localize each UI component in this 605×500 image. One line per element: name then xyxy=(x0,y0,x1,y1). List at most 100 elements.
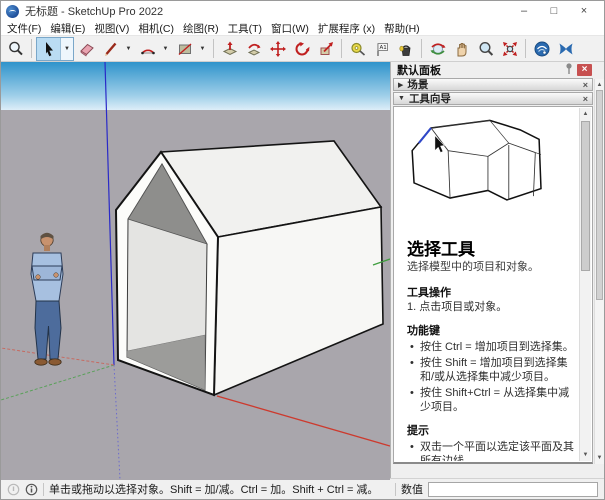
move-button[interactable] xyxy=(266,38,289,60)
pan-hand-icon xyxy=(453,40,471,58)
push-pull-icon xyxy=(221,40,239,58)
rectangle-tool-group: ▼ xyxy=(173,38,209,60)
paint-bucket-button[interactable] xyxy=(394,38,417,60)
toolbar-separator xyxy=(31,39,32,58)
follow-me-button[interactable] xyxy=(242,38,265,60)
zoom-icon xyxy=(477,40,495,58)
zoom-extents-icon xyxy=(501,40,519,58)
zoom-button[interactable] xyxy=(474,38,497,60)
minimize-button[interactable]: – xyxy=(509,2,539,20)
toolbar: ▼ ▼ ▼ ▼ xyxy=(1,35,604,62)
model-scene xyxy=(1,62,390,480)
rectangle-tool-button[interactable] xyxy=(173,38,196,60)
scrollbar-thumb[interactable] xyxy=(596,90,603,300)
rectangle-dropdown-button[interactable]: ▼ xyxy=(196,38,209,60)
toolbar-separator xyxy=(421,39,422,58)
menu-tools[interactable]: 工具(T) xyxy=(228,21,262,36)
menu-file[interactable]: 文件(F) xyxy=(7,21,41,36)
status-separator xyxy=(395,483,396,496)
menu-help[interactable]: 帮助(H) xyxy=(384,21,420,36)
status-message: 单击或拖动以选择对象。Shift = 加/减。Ctrl = 加。Shift + … xyxy=(49,481,390,497)
window-title: 无标题 - SketchUp Pro 2022 xyxy=(25,3,163,19)
instructor-tips-heading: 提示 xyxy=(407,424,575,438)
panel-title: 默认面板 xyxy=(397,62,441,78)
instructor-tip-item: 双击一个平面以选定该平面及其所有边线。 xyxy=(407,440,575,461)
rectangle-icon xyxy=(176,40,194,58)
panel-scrollbar[interactable]: ▲ ▼ xyxy=(594,79,604,464)
text-button[interactable]: A1 xyxy=(370,38,393,60)
instructor-operation-item: 1. 点击项目或对象。 xyxy=(407,300,575,314)
tape-measure-button[interactable] xyxy=(346,38,369,60)
select-tool-button[interactable] xyxy=(37,38,60,60)
instructor-tool-subtitle: 选择模型中的项目和对象。 xyxy=(407,260,575,274)
section-instructor[interactable]: ▼ 工具向导 × xyxy=(393,92,593,105)
sketchup-logo-icon xyxy=(6,5,19,18)
toolbar-separator xyxy=(213,39,214,58)
close-button[interactable]: × xyxy=(569,2,599,20)
scroll-down-icon[interactable]: ▼ xyxy=(595,452,604,464)
menu-window[interactable]: 窗口(W) xyxy=(271,21,309,36)
instructor-panel: 选择工具 选择模型中的项目和对象。 工具操作 1. 点击项目或对象。 功能键 按… xyxy=(393,106,593,464)
extension-warehouse-icon xyxy=(557,40,575,58)
paint-bucket-icon xyxy=(397,40,415,58)
geolocation-icon[interactable] xyxy=(7,483,20,496)
svg-text:A1: A1 xyxy=(379,45,386,51)
line-tool-group: ▼ xyxy=(99,38,135,60)
eraser-button[interactable] xyxy=(75,38,98,60)
menu-edit[interactable]: 编辑(E) xyxy=(50,21,85,36)
push-pull-button[interactable] xyxy=(218,38,241,60)
section-scenes-label: 场景 xyxy=(407,77,428,92)
rotate-icon xyxy=(293,40,311,58)
zoom-extents-button[interactable] xyxy=(498,38,521,60)
menubar: 文件(F) 编辑(E) 视图(V) 相机(C) 绘图(R) 工具(T) 窗口(W… xyxy=(1,21,604,35)
maximize-button[interactable]: □ xyxy=(539,2,569,20)
sky xyxy=(1,62,390,110)
model-viewport[interactable] xyxy=(1,62,390,478)
instructor-illustration xyxy=(395,108,579,236)
statusbar: 单击或拖动以选择对象。Shift = 加/减。Ctrl = 加。Shift + … xyxy=(1,478,604,499)
section-close-icon[interactable]: × xyxy=(583,80,588,90)
menu-extensions[interactable]: 扩展程序 (x) xyxy=(318,21,375,36)
move-icon xyxy=(269,40,287,58)
panel-close-button[interactable]: × xyxy=(577,64,592,76)
instructor-scrollbar[interactable]: ▲ ▼ xyxy=(579,108,591,461)
pencil-icon xyxy=(102,40,120,58)
arc-dropdown-button[interactable]: ▼ xyxy=(159,38,172,60)
instructor-key-item: 按住 Shift+Ctrl = 从选择集中减少项目。 xyxy=(407,386,575,414)
search-button[interactable] xyxy=(4,38,27,60)
toolbar-separator xyxy=(525,39,526,58)
menu-draw[interactable]: 绘图(R) xyxy=(183,21,219,36)
section-close-icon[interactable]: × xyxy=(583,94,588,104)
3d-warehouse-button[interactable] xyxy=(530,38,553,60)
arc-tool-button[interactable] xyxy=(136,38,159,60)
select-arrow-icon xyxy=(40,40,58,58)
select-dropdown-button[interactable]: ▼ xyxy=(60,38,73,60)
select-tool-group: ▼ xyxy=(36,37,74,61)
line-tool-button[interactable] xyxy=(99,38,122,60)
text-icon: A1 xyxy=(373,40,391,58)
menu-view[interactable]: 视图(V) xyxy=(94,21,129,36)
orbit-icon xyxy=(429,40,447,58)
pin-icon[interactable] xyxy=(564,62,574,78)
scrollbar-thumb[interactable] xyxy=(581,121,590,271)
scale-button[interactable] xyxy=(314,38,337,60)
credits-info-icon[interactable] xyxy=(25,483,38,496)
orbit-button[interactable] xyxy=(426,38,449,60)
scale-icon xyxy=(317,40,335,58)
pan-button[interactable] xyxy=(450,38,473,60)
instructor-tool-title: 选择工具 xyxy=(407,240,575,260)
instructor-key-item: 按住 Shift = 增加项目到选择集和/或从选择集中减少项目。 xyxy=(407,356,575,384)
line-dropdown-button[interactable]: ▼ xyxy=(122,38,135,60)
menu-camera[interactable]: 相机(C) xyxy=(138,21,174,36)
measurements-input[interactable] xyxy=(428,482,598,497)
follow-me-icon xyxy=(245,40,263,58)
extension-warehouse-button[interactable] xyxy=(554,38,577,60)
status-separator xyxy=(43,483,44,496)
scroll-down-icon[interactable]: ▼ xyxy=(580,449,591,461)
instructor-keys-heading: 功能键 xyxy=(407,324,575,338)
section-scenes[interactable]: ▶ 场景 × xyxy=(393,78,593,91)
instructor-key-item: 按住 Ctrl = 增加项目到选择集。 xyxy=(407,340,575,354)
titlebar: 无标题 - SketchUp Pro 2022 – □ × xyxy=(1,1,604,21)
scroll-up-icon[interactable]: ▲ xyxy=(580,108,591,120)
rotate-button[interactable] xyxy=(290,38,313,60)
